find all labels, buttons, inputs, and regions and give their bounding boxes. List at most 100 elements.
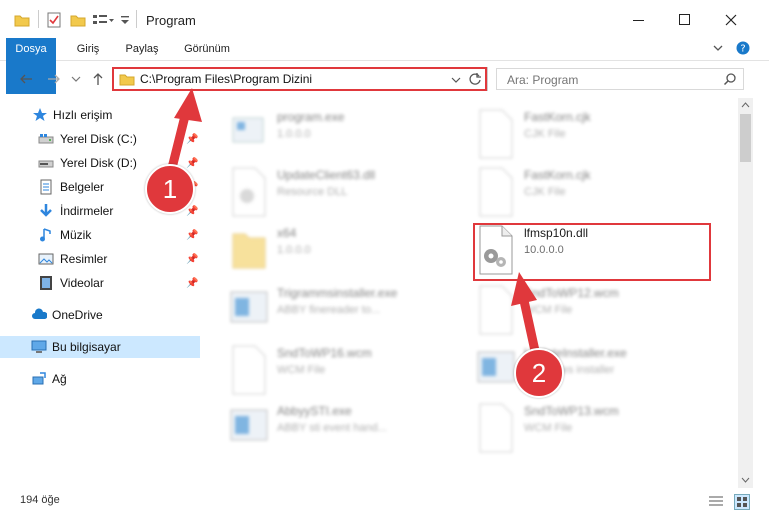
file-item[interactable]: SndToWP16.wcm WCM File <box>229 344 459 400</box>
sidebar-item-label: Yerel Disk (C:) <box>60 132 137 146</box>
file-name: FastKorn.cjk <box>524 168 591 182</box>
title-bar: Program <box>0 0 769 38</box>
expand-ribbon-icon[interactable] <box>712 42 724 57</box>
file-desc: 1.0.0.0 <box>277 244 311 256</box>
sidebar-item-label: Resimler <box>60 252 108 266</box>
ribbon: Dosya Giriş Paylaş Görünüm ? <box>0 38 769 94</box>
network-icon <box>32 372 46 385</box>
sidebar-item-this-pc[interactable]: Bu bilgisayar <box>0 336 200 358</box>
forward-button[interactable] <box>44 69 64 89</box>
chevron-down-icon <box>71 76 81 82</box>
back-arrow-icon <box>20 74 32 84</box>
search-box[interactable] <box>496 68 744 90</box>
file-item[interactable]: SndToWP13.wcm WCM File <box>476 402 706 458</box>
tab-home[interactable]: Giriş <box>66 38 110 60</box>
minimize-button[interactable] <box>616 6 662 34</box>
file-desc: ABBY finereader to... <box>277 304 381 316</box>
back-button[interactable] <box>16 69 36 89</box>
download-icon <box>40 204 52 217</box>
file-name: Trigrammsinstaller.exe <box>277 286 398 300</box>
sidebar-item-label: Hızlı erişim <box>53 108 113 122</box>
file-name: SndToWP16.wcm <box>277 346 372 360</box>
file-item[interactable]: FastKorn.cjk CJK File <box>476 108 706 164</box>
dll-file-icon <box>232 167 266 217</box>
maximize-button[interactable] <box>662 6 708 34</box>
file-name: UpdateClient63.dll <box>277 168 376 182</box>
file-item[interactable]: FastKorn.cjk CJK File <box>476 166 706 222</box>
sidebar-item-label: Yerel Disk (D:) <box>60 156 137 170</box>
file-desc: CJK File <box>524 186 566 198</box>
documents-icon <box>40 179 52 195</box>
sidebar-item-label: İndirmeler <box>60 204 114 218</box>
file-icon <box>479 167 513 217</box>
maximize-icon <box>679 14 690 25</box>
pin-icon[interactable]: 📌 <box>186 278 198 289</box>
sidebar-item-pictures[interactable]: Resimler 📌 <box>0 248 200 270</box>
exe-file-icon <box>232 117 264 143</box>
file-icon <box>479 403 513 453</box>
sidebar-item-network[interactable]: Ağ <box>0 368 200 390</box>
pin-icon[interactable]: 📌 <box>186 230 198 241</box>
up-button[interactable] <box>88 69 108 89</box>
properties-icon[interactable] <box>47 10 61 30</box>
file-name: program.exe <box>277 110 345 124</box>
separator <box>487 67 488 91</box>
search-input[interactable] <box>505 71 714 89</box>
item-count: 194 öğe <box>20 494 60 506</box>
exe-file-icon <box>230 409 268 441</box>
address-path[interactable]: C:\Program Files\Program Dizini <box>140 72 312 86</box>
sidebar-item-videos[interactable]: Videolar 📌 <box>0 272 200 294</box>
tab-view[interactable]: Görünüm <box>176 38 238 60</box>
file-icon <box>479 109 513 159</box>
sidebar-item-onedrive[interactable]: OneDrive <box>0 304 200 326</box>
file-item[interactable]: Trigrammsinstaller.exe ABBY finereader t… <box>229 284 459 340</box>
drive-icon <box>38 134 54 144</box>
close-button[interactable] <box>708 6 754 34</box>
folder-icon <box>119 72 135 89</box>
sidebar-item-music[interactable]: Müzik 📌 <box>0 224 200 246</box>
folder-file-icon <box>232 233 266 269</box>
file-desc: WCM File <box>524 422 573 434</box>
refresh-icon[interactable] <box>468 72 482 89</box>
file-desc: 1.0.0.0 <box>277 128 311 140</box>
separator <box>38 10 39 28</box>
sidebar-item-label: OneDrive <box>52 308 103 322</box>
file-desc: ABBY sti event hand... <box>277 422 387 434</box>
window-title: Program <box>146 13 196 28</box>
close-icon <box>725 14 737 26</box>
status-bar: 194 öğe <box>0 489 769 513</box>
recent-locations-button[interactable] <box>66 69 86 89</box>
file-name: FastKorn.cjk <box>524 110 591 124</box>
file-name: AbbyySTI.exe <box>277 404 352 418</box>
file-item[interactable]: AbbyySTI.exe ABBY sti event hand... <box>229 402 459 458</box>
customize-toolbar-icon[interactable] <box>120 10 130 30</box>
forward-arrow-icon <box>48 74 60 84</box>
vertical-scrollbar[interactable] <box>738 98 753 488</box>
music-icon <box>40 228 51 242</box>
file-item[interactable]: UpdateClient63.dll Resource DLL <box>229 166 459 222</box>
view-options-icon[interactable] <box>92 10 114 30</box>
videos-icon <box>40 276 52 290</box>
search-icon <box>723 72 737 89</box>
scroll-up-icon[interactable] <box>741 101 750 109</box>
pin-icon[interactable]: 📌 <box>186 254 198 265</box>
address-dropdown-icon[interactable] <box>451 74 461 88</box>
step-badge-2: 2 <box>514 348 564 398</box>
file-item[interactable]: x64 1.0.0.0 <box>229 224 459 280</box>
file-desc: WCM File <box>277 364 326 376</box>
sidebar-item-label: Bu bilgisayar <box>52 340 121 354</box>
computer-icon <box>31 340 47 353</box>
cloud-icon <box>32 308 47 319</box>
scroll-thumb[interactable] <box>740 114 751 162</box>
tab-share[interactable]: Paylaş <box>118 38 166 60</box>
large-icons-view-icon[interactable] <box>734 494 750 510</box>
up-arrow-icon <box>93 73 103 85</box>
details-view-icon[interactable] <box>708 495 724 509</box>
scroll-down-icon[interactable] <box>741 476 750 484</box>
file-item[interactable]: program.exe 1.0.0.0 <box>229 108 459 164</box>
new-folder-icon[interactable] <box>70 10 86 30</box>
file-desc: Resource DLL <box>277 186 348 198</box>
pin-icon[interactable]: 📌 <box>186 206 198 217</box>
help-icon[interactable]: ? <box>736 41 750 58</box>
file-desc: CJK File <box>524 128 566 140</box>
